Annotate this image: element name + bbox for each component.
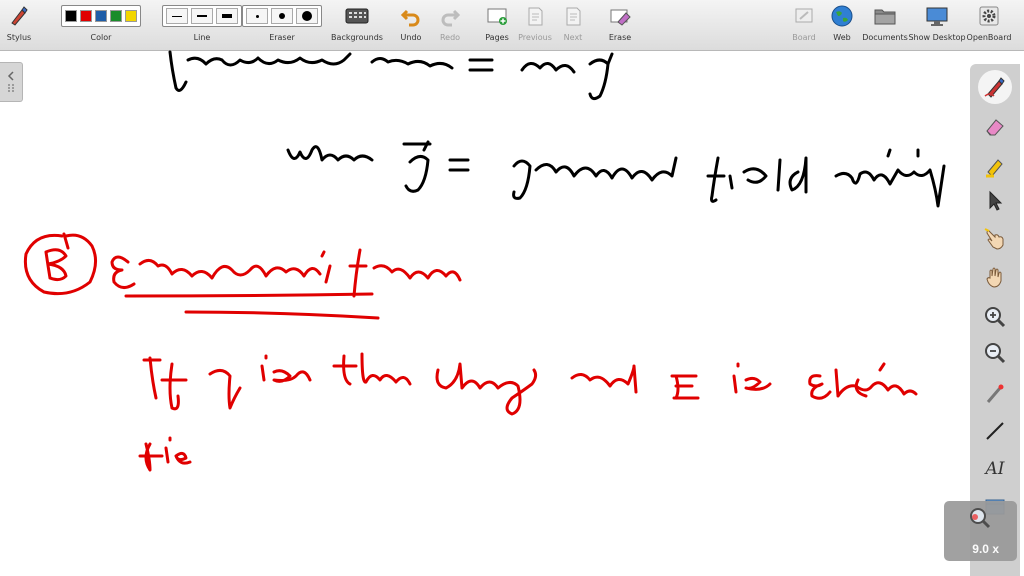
- page-thumbnails-tab[interactable]: [0, 62, 23, 102]
- hand-tool-button[interactable]: [978, 260, 1012, 294]
- zoom-out-button[interactable]: [978, 336, 1012, 370]
- grip-icon: [8, 84, 14, 92]
- zoom-level: 9.0 x: [972, 542, 999, 556]
- black-ink-line2: [286, 140, 946, 208]
- pen-tool-button[interactable]: [978, 70, 1012, 104]
- selector-tool-button[interactable]: [978, 184, 1012, 218]
- pen-icon: [984, 77, 1005, 98]
- pointing-hand-icon: [984, 228, 1004, 250]
- eraser-icon: [986, 119, 1004, 136]
- interact-tool-button[interactable]: [978, 222, 1012, 256]
- marker-tool-button[interactable]: [978, 148, 1012, 182]
- zoom-in-button[interactable]: [978, 300, 1012, 334]
- arrow-cursor-icon: [989, 190, 1003, 211]
- zoom-indicator[interactable]: 9.0 x: [944, 501, 1017, 561]
- zoom-out-icon: [985, 343, 1006, 364]
- text-tool-label: AI: [985, 459, 1005, 479]
- red-ink-heading: [23, 232, 462, 320]
- eraser-tool-button[interactable]: [978, 110, 1012, 144]
- line-tool-button[interactable]: [978, 414, 1012, 448]
- handwritten-notes: [23, 50, 946, 472]
- zoom-in-icon: [985, 307, 1006, 328]
- laser-pointer-button[interactable]: [978, 376, 1012, 410]
- hand-icon: [986, 267, 1002, 288]
- line-icon: [986, 422, 1004, 440]
- laser-pointer-icon: [986, 384, 1004, 403]
- zoom-magnifier-icon: [970, 508, 991, 529]
- red-ink-line3: [142, 352, 918, 416]
- highlighter-icon: [986, 159, 1003, 178]
- collapse-arrow-icon: [7, 71, 14, 81]
- black-ink-line1: [168, 50, 614, 101]
- red-ink-line4: [138, 436, 192, 472]
- tool-palette: AI: [970, 64, 1020, 576]
- text-tool-button[interactable]: AI: [978, 452, 1012, 486]
